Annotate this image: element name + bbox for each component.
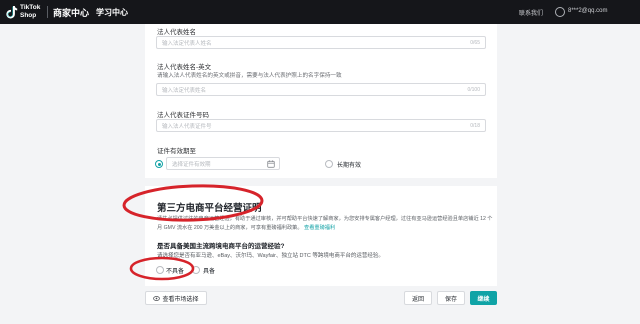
validity-date-placeholder: 选择证件有效期 — [172, 162, 211, 168]
legal-rep-name-label: 法人代表姓名 — [157, 29, 196, 36]
option-yes-label[interactable]: 具备 — [203, 266, 215, 275]
legal-rep-name-placeholder: 输入法定代表人姓名 — [162, 41, 212, 47]
legal-rep-id-counter: 0/18 — [470, 122, 480, 129]
nav-learning-center[interactable]: 学习中心 — [96, 7, 128, 18]
top-nav-bar: TikTok Shop 商家中心 学习中心 联系我们 8***2@qq.com — [0, 0, 640, 24]
nav-seller-center[interactable]: 商家中心 — [53, 6, 89, 19]
long-term-label: 长期有效 — [337, 163, 362, 169]
option-yes-radio[interactable] — [192, 266, 200, 274]
view-market-button[interactable]: 查看市场选择 — [145, 291, 207, 305]
third-party-desc-line2: 月 GMV 流水在 200 万美金以上的商家，可享有重磅福利政策。 查看重磅福利 — [157, 224, 335, 231]
experience-question-hint: 请选择您是否有亚马逊、eBay、沃尔玛、Wayfair、独立站 DTC 等跨境电… — [157, 253, 384, 259]
legal-rep-id-input[interactable]: 输入法人代表证件号 0/18 — [156, 119, 486, 132]
tiktok-logo-icon — [6, 6, 18, 19]
logo-line-tiktok: TikTok — [20, 4, 41, 11]
logo-text: TikTok Shop — [20, 4, 40, 19]
legal-rep-name-counter: 0/65 — [470, 39, 480, 46]
logo-divider — [47, 6, 48, 18]
third-party-desc-text: 月 GMV 流水在 200 万美金以上的商家，可享有重磅福利政策。 — [157, 225, 303, 231]
continue-button[interactable]: 继续 — [470, 291, 497, 305]
user-avatar-icon[interactable] — [555, 7, 565, 17]
legal-rep-name-en-hint: 请输入法人代表姓名的英文或拼音，需要与法人代表护照上的名字保持一致 — [157, 73, 342, 79]
view-market-label: 查看市场选择 — [162, 296, 199, 303]
long-term-radio[interactable] — [325, 160, 333, 168]
third-party-section-title: 第三方电商平台经营证明 — [157, 203, 262, 214]
validity-date-picker[interactable]: 选择证件有效期 — [166, 157, 280, 170]
section-divider — [145, 178, 497, 186]
id-validity-label: 证件有效期至 — [157, 148, 196, 155]
back-button[interactable]: 返回 — [404, 291, 432, 305]
experience-question: 是否具备美国主流跨境电商平台的运营经验? — [157, 243, 285, 250]
legal-rep-name-en-label: 法人代表姓名-英文 — [157, 64, 212, 71]
calendar-icon — [267, 160, 275, 168]
legal-rep-name-input[interactable]: 输入法定代表人姓名 0/65 — [156, 36, 486, 49]
tiktok-shop-logo[interactable]: TikTok Shop — [6, 3, 44, 21]
legal-rep-name-en-placeholder: 输入法定代表姓名 — [162, 88, 207, 94]
contact-us-link[interactable]: 联系我们 — [519, 8, 543, 17]
legal-rep-name-en-input[interactable]: 输入法定代表姓名 0/100 — [156, 83, 486, 96]
legal-rep-id-placeholder: 输入法人代表证件号 — [162, 124, 212, 130]
legal-rep-name-en-counter: 0/100 — [467, 86, 480, 93]
validity-date-radio[interactable] — [155, 160, 163, 168]
eye-icon — [153, 295, 161, 301]
legal-rep-id-label: 法人代表证件号码 — [157, 112, 209, 119]
option-no-label[interactable]: 不具备 — [166, 266, 184, 275]
option-no-radio[interactable] — [156, 266, 164, 274]
user-email[interactable]: 8***2@qq.com — [568, 8, 607, 14]
logo-line-shop: Shop — [20, 11, 37, 19]
third-party-desc-line1: 请共必提供过往的电商运营经验，有助于通过审核，并可帮助平台快速了解商家，为您安排… — [157, 216, 493, 222]
view-benefits-link[interactable]: 查看重磅福利 — [304, 225, 335, 231]
save-button[interactable]: 保存 — [437, 291, 465, 305]
